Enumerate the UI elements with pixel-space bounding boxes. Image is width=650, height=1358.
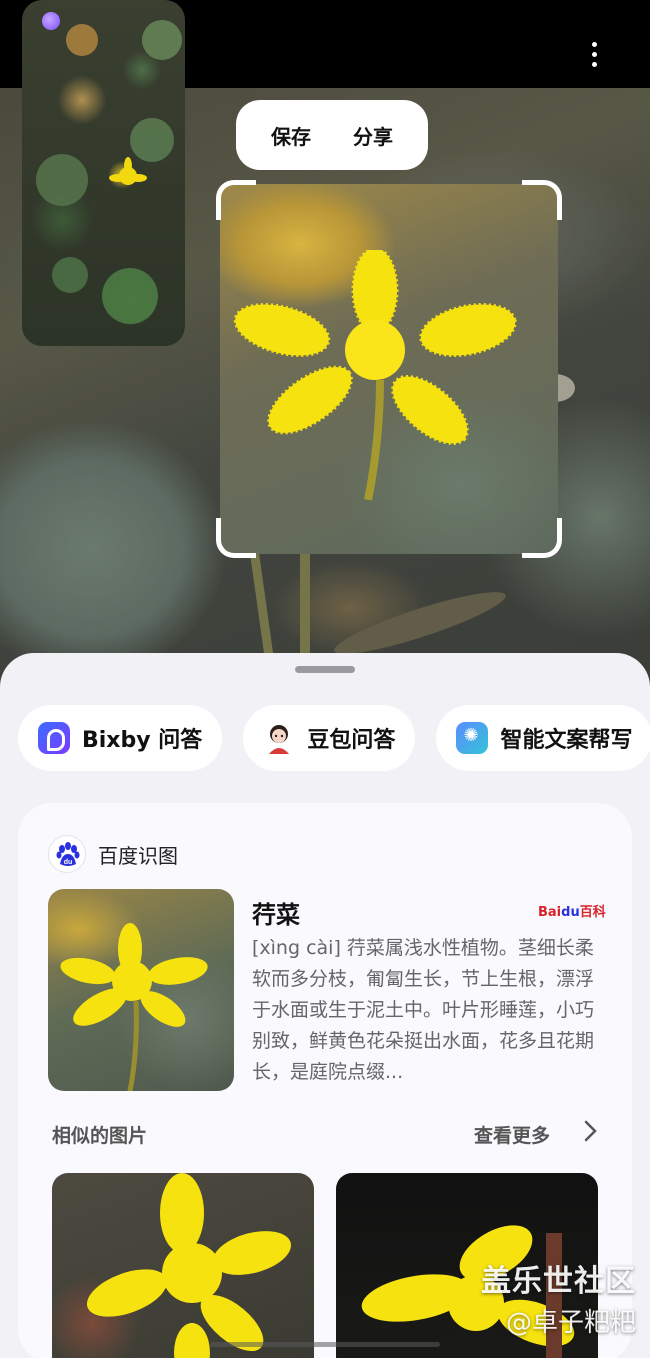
crop-handle-top-right[interactable] [522,180,562,220]
crop-handle-top-left[interactable] [216,180,256,220]
baidu-paw-icon: du [48,835,86,873]
chevron-right-icon[interactable] [578,1119,602,1143]
svg-text:du: du [64,859,73,866]
chip-label: 智能文案帮写 [500,728,633,753]
smart-writing-icon [456,722,489,754]
baike-du: du [561,905,580,920]
bixby-icon [38,722,70,754]
drag-handle[interactable] [295,666,355,673]
source-label: 百度识图 [98,843,178,868]
image-preview-thumbnail[interactable] [22,0,185,346]
crop-handle-bottom-left[interactable] [216,518,256,558]
doubao-qa-chip[interactable]: 豆包问答 [243,705,416,771]
thumbnail-leaves [36,20,182,324]
similar-image-1[interactable] [52,1173,314,1358]
smart-writing-chip[interactable]: 智能文案帮写 [436,705,650,771]
watermark-line-1: 盖乐世社区 [481,1264,636,1299]
ai-action-chips: Bixby 问答 豆包问答 智能文案帮写 [18,705,650,773]
result-source: du 百度识图 [48,835,178,873]
see-more-link[interactable]: 查看更多 [474,1121,550,1148]
share-button[interactable]: 分享 [353,121,393,150]
similar-flower-1 [86,1173,291,1358]
community-watermark: 盖乐世社区 @卓子粑粑 [481,1256,636,1339]
result-description: [xìng cài] 荇菜属浅水性植物。茎细长柔软而多分枝，匍匐生长，节上生根，… [252,937,595,1083]
save-share-menu: 保存 分享 [236,100,428,170]
baike-text: 百科 [579,905,606,920]
save-button[interactable]: 保存 [271,121,311,150]
crop-handle-bottom-right[interactable] [522,518,562,558]
baidu-baike-logo: Baidu百科 [538,901,606,920]
baike-bai: Bai [538,905,562,920]
chip-label: 豆包问答 [307,728,396,753]
bixby-qa-chip[interactable]: Bixby 问答 [18,705,223,771]
watermark-line-2: @卓子粑粑 [505,1308,636,1338]
chip-label: Bixby 问答 [82,728,203,753]
gesture-navigation-bar[interactable] [210,1342,440,1347]
doubao-avatar-icon [263,722,295,754]
recognition-bottom-sheet: Bixby 问答 豆包问答 智能文案帮写 du 百度识图 [0,653,650,1358]
similar-images-heading: 相似的图片 [52,1125,148,1147]
result-flower [60,923,208,1091]
yellow-flower-image [233,250,517,500]
more-options-icon[interactable] [590,42,598,74]
result-image[interactable] [48,889,234,1091]
result-title: 荇菜 [252,901,300,929]
